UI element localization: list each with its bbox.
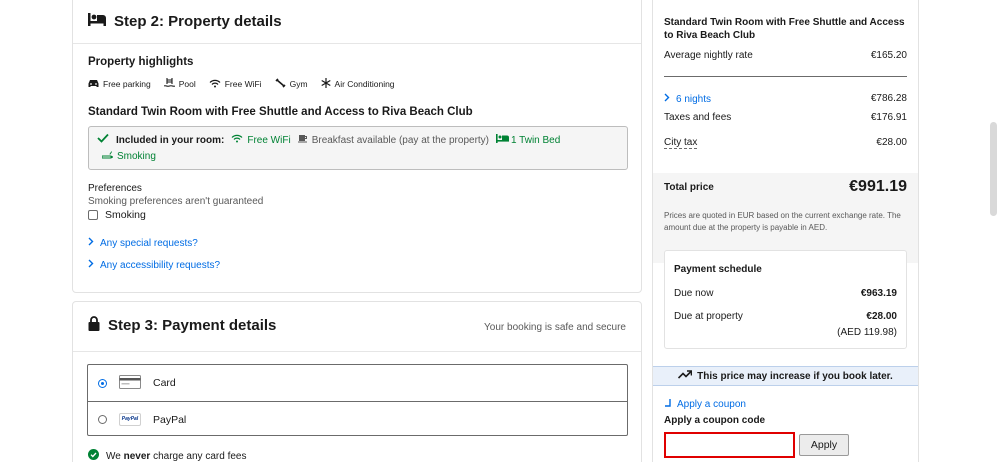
payment-schedule-title: Payment schedule bbox=[674, 264, 762, 275]
smoking-preference-checkbox[interactable]: Smoking bbox=[88, 209, 146, 221]
city-tax-row: City tax €28.00 bbox=[664, 137, 907, 149]
wifi-icon bbox=[209, 79, 221, 90]
divider bbox=[73, 351, 641, 352]
included-bed: 1 Twin Bed bbox=[496, 133, 560, 149]
amenity-pool: Pool bbox=[163, 78, 196, 90]
property-highlights-title: Property highlights bbox=[88, 56, 194, 68]
check-circle-icon bbox=[88, 449, 99, 462]
preferences-note: Smoking preferences aren't guaranteed bbox=[88, 196, 264, 207]
amenity-gym: Gym bbox=[275, 78, 308, 90]
summary-room-name: Standard Twin Room with Free Shuttle and… bbox=[664, 17, 905, 41]
paypal-radio[interactable] bbox=[98, 415, 107, 424]
nights-row: 6 nights €786.28 bbox=[664, 93, 907, 105]
average-nightly-rate-row: Average nightly rate €165.20 bbox=[664, 50, 907, 61]
payment-details-card: Step 3: Payment details Your booking is … bbox=[72, 301, 642, 462]
paypal-icon: PayPal bbox=[119, 413, 141, 426]
city-tax-label[interactable]: City tax bbox=[664, 137, 698, 149]
included-in-room-box: Included in your room: Free WiFi Breakfa… bbox=[88, 126, 628, 170]
step3-header: Step 3: Payment details bbox=[88, 316, 276, 335]
check-icon bbox=[97, 133, 109, 149]
payment-option-card[interactable]: Card bbox=[88, 365, 627, 401]
preferences-title: Preferences bbox=[88, 183, 142, 194]
payment-option-paypal[interactable]: PayPal PayPal bbox=[88, 401, 627, 437]
chevron-right-icon bbox=[88, 237, 94, 249]
due-at-property-row: Due at property €28.00 bbox=[674, 311, 897, 322]
accessibility-requests-link[interactable]: Any accessibility requests? bbox=[88, 259, 220, 271]
apply-coupon-button[interactable]: Apply bbox=[799, 434, 849, 456]
total-price-value: €991.19 bbox=[849, 178, 907, 195]
step3-title: Step 3: Payment details bbox=[108, 317, 277, 334]
coffee-icon bbox=[297, 133, 308, 149]
chevron-right-icon bbox=[664, 93, 670, 105]
payment-method-group: Card PayPal PayPal bbox=[87, 364, 628, 436]
snowflake-icon bbox=[320, 78, 331, 90]
included-breakfast: Breakfast available (pay at the property… bbox=[297, 133, 489, 149]
card-fees-note: We never charge any card fees bbox=[88, 449, 246, 462]
room-title: Standard Twin Room with Free Shuttle and… bbox=[88, 106, 473, 118]
pool-icon bbox=[163, 78, 176, 90]
price-increase-banner: This price may increase if you book late… bbox=[653, 366, 918, 386]
lock-icon bbox=[88, 316, 100, 335]
card-radio[interactable] bbox=[98, 378, 107, 388]
credit-card-icon bbox=[119, 374, 141, 392]
booking-safe-note: Your booking is safe and secure bbox=[484, 322, 626, 333]
amenity-ac: Air Conditioning bbox=[320, 78, 395, 90]
summary-divider bbox=[664, 76, 907, 77]
property-details-card: Step 2: Property details Property highli… bbox=[72, 0, 642, 293]
step2-header: Step 2: Property details bbox=[88, 12, 282, 30]
divider bbox=[73, 43, 641, 44]
included-smoking: Smoking bbox=[97, 149, 619, 165]
paypal-label: PayPal bbox=[153, 413, 187, 426]
dumbbell-icon bbox=[275, 78, 286, 90]
included-wifi: Free WiFi bbox=[231, 133, 291, 149]
price-summary-card: Standard Twin Room with Free Shuttle and… bbox=[652, 0, 919, 462]
amenity-parking: Free parking bbox=[88, 78, 151, 90]
bed-icon bbox=[88, 12, 106, 30]
page-scrollbar[interactable] bbox=[990, 122, 997, 216]
exchange-rate-note: Prices are quoted in EUR based on the cu… bbox=[664, 211, 901, 232]
coupon-code-label: Apply a coupon code bbox=[664, 415, 766, 426]
bed-icon bbox=[496, 133, 510, 149]
wifi-icon bbox=[231, 133, 243, 149]
payment-schedule: Payment schedule Due now €963.19 Due at … bbox=[664, 250, 907, 349]
included-label: Included in your room: bbox=[116, 135, 225, 146]
special-requests-link[interactable]: Any special requests? bbox=[88, 237, 198, 249]
amenities-list: Free parking Pool Free WiFi Gym Air Cond… bbox=[88, 78, 395, 90]
smoking-icon bbox=[101, 149, 113, 165]
nights-toggle[interactable]: 6 nights bbox=[664, 93, 711, 105]
due-at-property-aed: (AED 119.98) bbox=[837, 327, 897, 338]
step2-title: Step 2: Property details bbox=[114, 12, 282, 30]
card-label: Card bbox=[153, 377, 176, 389]
apply-coupon-link[interactable]: Apply a coupon bbox=[664, 399, 746, 411]
car-icon bbox=[88, 79, 99, 90]
total-price-label: Total price bbox=[664, 182, 714, 193]
amenity-wifi: Free WiFi bbox=[209, 78, 262, 90]
checkbox[interactable] bbox=[88, 210, 98, 220]
chevron-right-icon bbox=[88, 259, 94, 271]
corner-arrow-icon bbox=[664, 399, 672, 411]
due-now-row: Due now €963.19 bbox=[674, 288, 897, 299]
taxes-fees-row: Taxes and fees €176.91 bbox=[664, 112, 907, 123]
coupon-code-input[interactable] bbox=[664, 432, 795, 458]
trending-up-icon bbox=[678, 370, 693, 382]
